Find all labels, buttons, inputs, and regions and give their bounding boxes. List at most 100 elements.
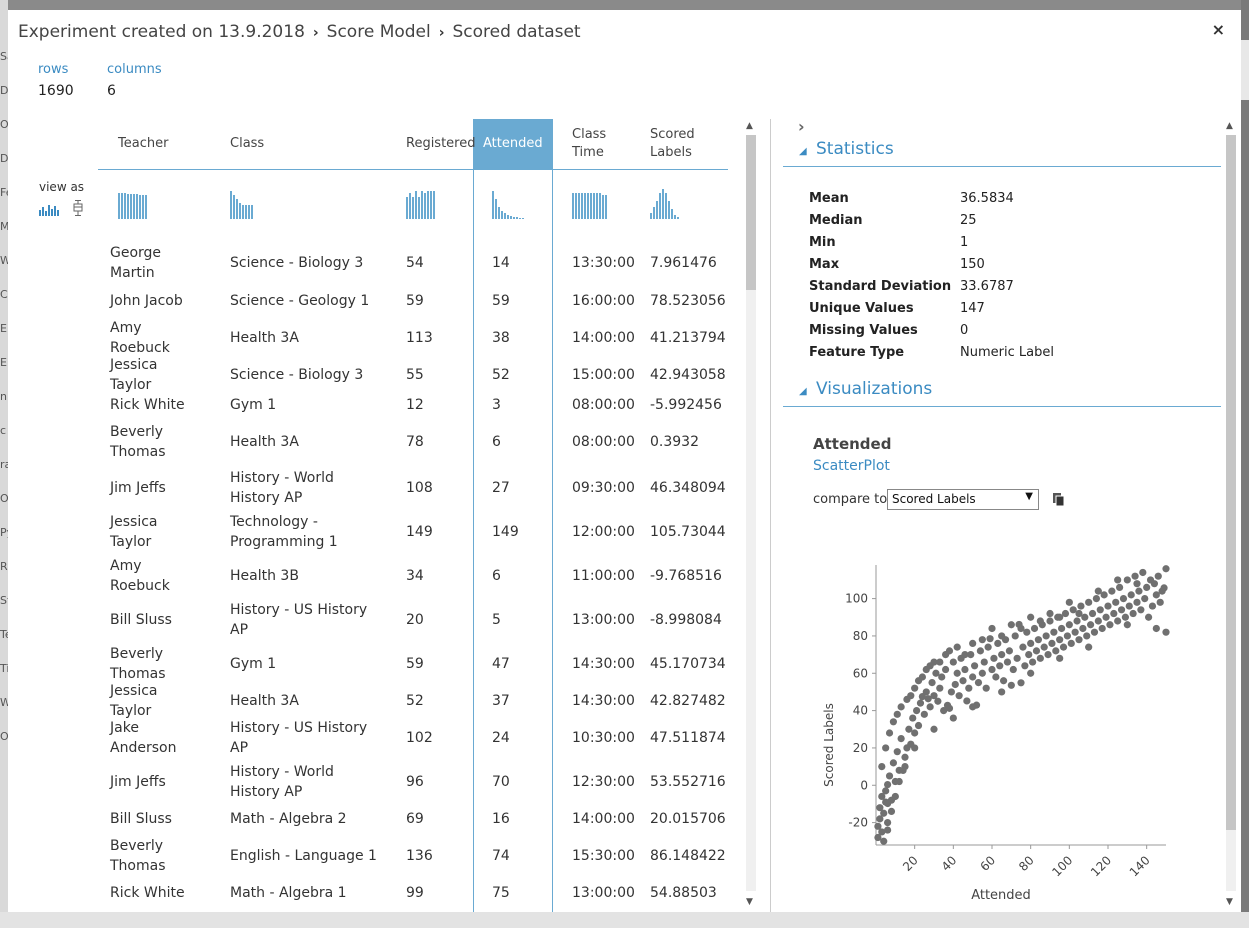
histogram-bar xyxy=(412,197,414,219)
histogram-bar xyxy=(118,193,120,219)
scroll-up-icon[interactable]: ▲ xyxy=(1226,121,1233,131)
cell-registered: 78 xyxy=(406,434,424,450)
dropdown-caret-icon: ▼ xyxy=(1025,491,1033,502)
data-point xyxy=(1042,632,1050,640)
cell-attended: 52 xyxy=(492,367,510,383)
column-header-attended[interactable]: Attended xyxy=(483,119,553,169)
column-header-class[interactable]: Class xyxy=(230,119,390,169)
data-point xyxy=(976,647,984,655)
table-row[interactable]: Bill Sluss History - US History AP 20 5 13:0… xyxy=(98,598,728,642)
histogram-bar xyxy=(653,207,655,219)
data-point xyxy=(884,819,892,827)
data-point xyxy=(882,744,890,752)
table-row[interactable]: Rick White Gym 1 12 3 08:00:00 -5.992456 xyxy=(98,390,728,420)
histogram-bar xyxy=(145,195,147,219)
column-histogram-attended[interactable] xyxy=(492,187,524,219)
table-row[interactable]: Jim Jeffs History - World History AP 108 27… xyxy=(98,466,728,510)
cell-class: History - World History AP xyxy=(230,470,334,506)
close-icon[interactable]: × xyxy=(1212,20,1225,39)
statistics-section-header[interactable]: ◢ Statistics xyxy=(783,137,1221,167)
cell-attended: 47 xyxy=(492,656,510,672)
scroll-down-icon[interactable]: ▼ xyxy=(746,897,753,907)
table-row[interactable]: Bill Sluss Math - Algebra 2 69 16 14:00:00 20… xyxy=(98,804,728,834)
cell-class: History - US History AP xyxy=(230,720,368,756)
histogram-bar xyxy=(433,191,435,219)
column-header-scored-labels[interactable]: Scored Labels xyxy=(650,119,728,169)
histogram-bar xyxy=(251,205,253,219)
table-row[interactable]: Beverly Thomas Health 3A 78 6 08:00:00 0.3932 xyxy=(98,420,728,464)
histogram-bar xyxy=(516,217,518,219)
table-row[interactable]: Amy Roebuck Health 3B 34 6 11:00:00 -9.768516 xyxy=(98,554,728,598)
copy-icon[interactable] xyxy=(1053,493,1065,507)
histogram-bar xyxy=(665,193,667,219)
stat-value: 33.6787 xyxy=(960,279,1014,294)
table-row[interactable]: Jessica Taylor Health 3A 52 37 14:30:00 42.82… xyxy=(98,683,728,719)
table-row[interactable]: George Martin Science - Biology 3 54 14 13:3… xyxy=(98,239,728,287)
cell-teacher: Beverly Thomas xyxy=(110,646,166,682)
breadcrumb-experiment[interactable]: Experiment created on 13.9.2018 xyxy=(18,22,305,42)
column-histogram-scored-labels[interactable] xyxy=(650,187,679,219)
data-point xyxy=(907,692,915,700)
table-row[interactable]: Jake Anderson History - US History AP 102 2… xyxy=(98,716,728,760)
cell-class-time: 13:00:00 xyxy=(572,885,635,901)
compare-to-select[interactable]: Scored Labels ▼ xyxy=(887,489,1039,510)
backdrop-fragment: W xyxy=(0,254,8,267)
data-point xyxy=(1133,580,1141,588)
data-point xyxy=(953,669,961,677)
column-header-class-time[interactable]: Class Time xyxy=(572,119,642,169)
table-row[interactable]: Jessica Taylor Science - Biology 3 55 52 15:… xyxy=(98,357,728,393)
backdrop-fragment: Py xyxy=(0,526,8,539)
backdrop-fragment: M xyxy=(0,220,8,233)
table-row[interactable]: Jessica Taylor Technology - Programming 1… xyxy=(98,510,728,554)
scroll-down-icon[interactable]: ▼ xyxy=(1226,897,1233,907)
histogram-bar xyxy=(233,195,235,219)
table-scrollbar[interactable]: ▲ ▼ xyxy=(744,119,758,912)
data-point xyxy=(1088,609,1097,618)
scroll-up-icon[interactable]: ▲ xyxy=(746,121,753,131)
table-row[interactable]: Amy Roebuck Health 3A 113 38 14:00:00 41.2137… xyxy=(98,316,728,360)
collapse-panel-icon[interactable]: › xyxy=(798,117,805,136)
column-header-teacher[interactable]: Teacher xyxy=(118,119,218,169)
backdrop-fragment: ra xyxy=(0,458,8,471)
y-axis-label: Scored Labels xyxy=(822,703,836,787)
column-histogram-teacher[interactable] xyxy=(118,187,147,219)
histogram-bar xyxy=(677,217,679,219)
data-point xyxy=(955,692,963,700)
panel-divider xyxy=(770,119,771,912)
breadcrumb-module[interactable]: Score Model xyxy=(327,22,431,42)
cell-registered: 34 xyxy=(406,568,424,584)
column-histogram-class-time[interactable] xyxy=(572,187,607,219)
cell-scored-labels: -9.768516 xyxy=(650,568,722,584)
stat-label: Standard Deviation xyxy=(809,279,952,294)
data-point xyxy=(1135,587,1143,595)
column-header-registered[interactable]: Registered xyxy=(406,119,476,169)
histogram-icon[interactable] xyxy=(39,204,59,216)
details-scrollbar[interactable]: ▲ ▼ xyxy=(1224,119,1238,912)
table-row[interactable]: John Jacob Science - Geology 1 59 59 16:00:0… xyxy=(98,286,728,316)
stat-value: Numeric Label xyxy=(960,345,1054,360)
table-row[interactable]: Beverly Thomas Gym 1 59 47 14:30:00 45.170734 xyxy=(98,642,728,686)
table-row[interactable]: Rick White Math - Algebra 1 99 75 13:00:00 54… xyxy=(98,878,728,908)
data-point xyxy=(986,635,994,643)
cell-registered xyxy=(406,908,476,912)
scroll-thumb[interactable] xyxy=(1226,135,1236,830)
scroll-thumb[interactable] xyxy=(746,135,756,290)
cell-attended: 75 xyxy=(492,885,510,901)
table-row[interactable]: Jim Jeffs History - World History AP 96 70 1… xyxy=(98,760,728,804)
visualizations-section-header[interactable]: ◢ Visualizations xyxy=(783,377,1221,407)
y-tick-label: -20 xyxy=(848,816,868,830)
chart-type-link[interactable]: ScatterPlot xyxy=(813,458,890,474)
data-point xyxy=(1141,595,1149,603)
column-histogram-class[interactable] xyxy=(230,187,253,219)
compare-to-label: compare to xyxy=(813,492,888,507)
table-row[interactable]: Beverly Thomas English - Language 1 136 74 1… xyxy=(98,834,728,878)
cell-teacher: George Martin xyxy=(110,245,162,281)
column-histogram-registered[interactable] xyxy=(406,187,435,219)
boxplot-icon[interactable] xyxy=(73,200,83,216)
histogram-bar xyxy=(510,216,512,219)
histogram-bar xyxy=(668,201,670,219)
cell-registered: 55 xyxy=(406,367,424,383)
table-row[interactable]: Beverly Technology - xyxy=(98,908,728,912)
data-point xyxy=(988,624,996,633)
data-point xyxy=(1094,587,1102,595)
